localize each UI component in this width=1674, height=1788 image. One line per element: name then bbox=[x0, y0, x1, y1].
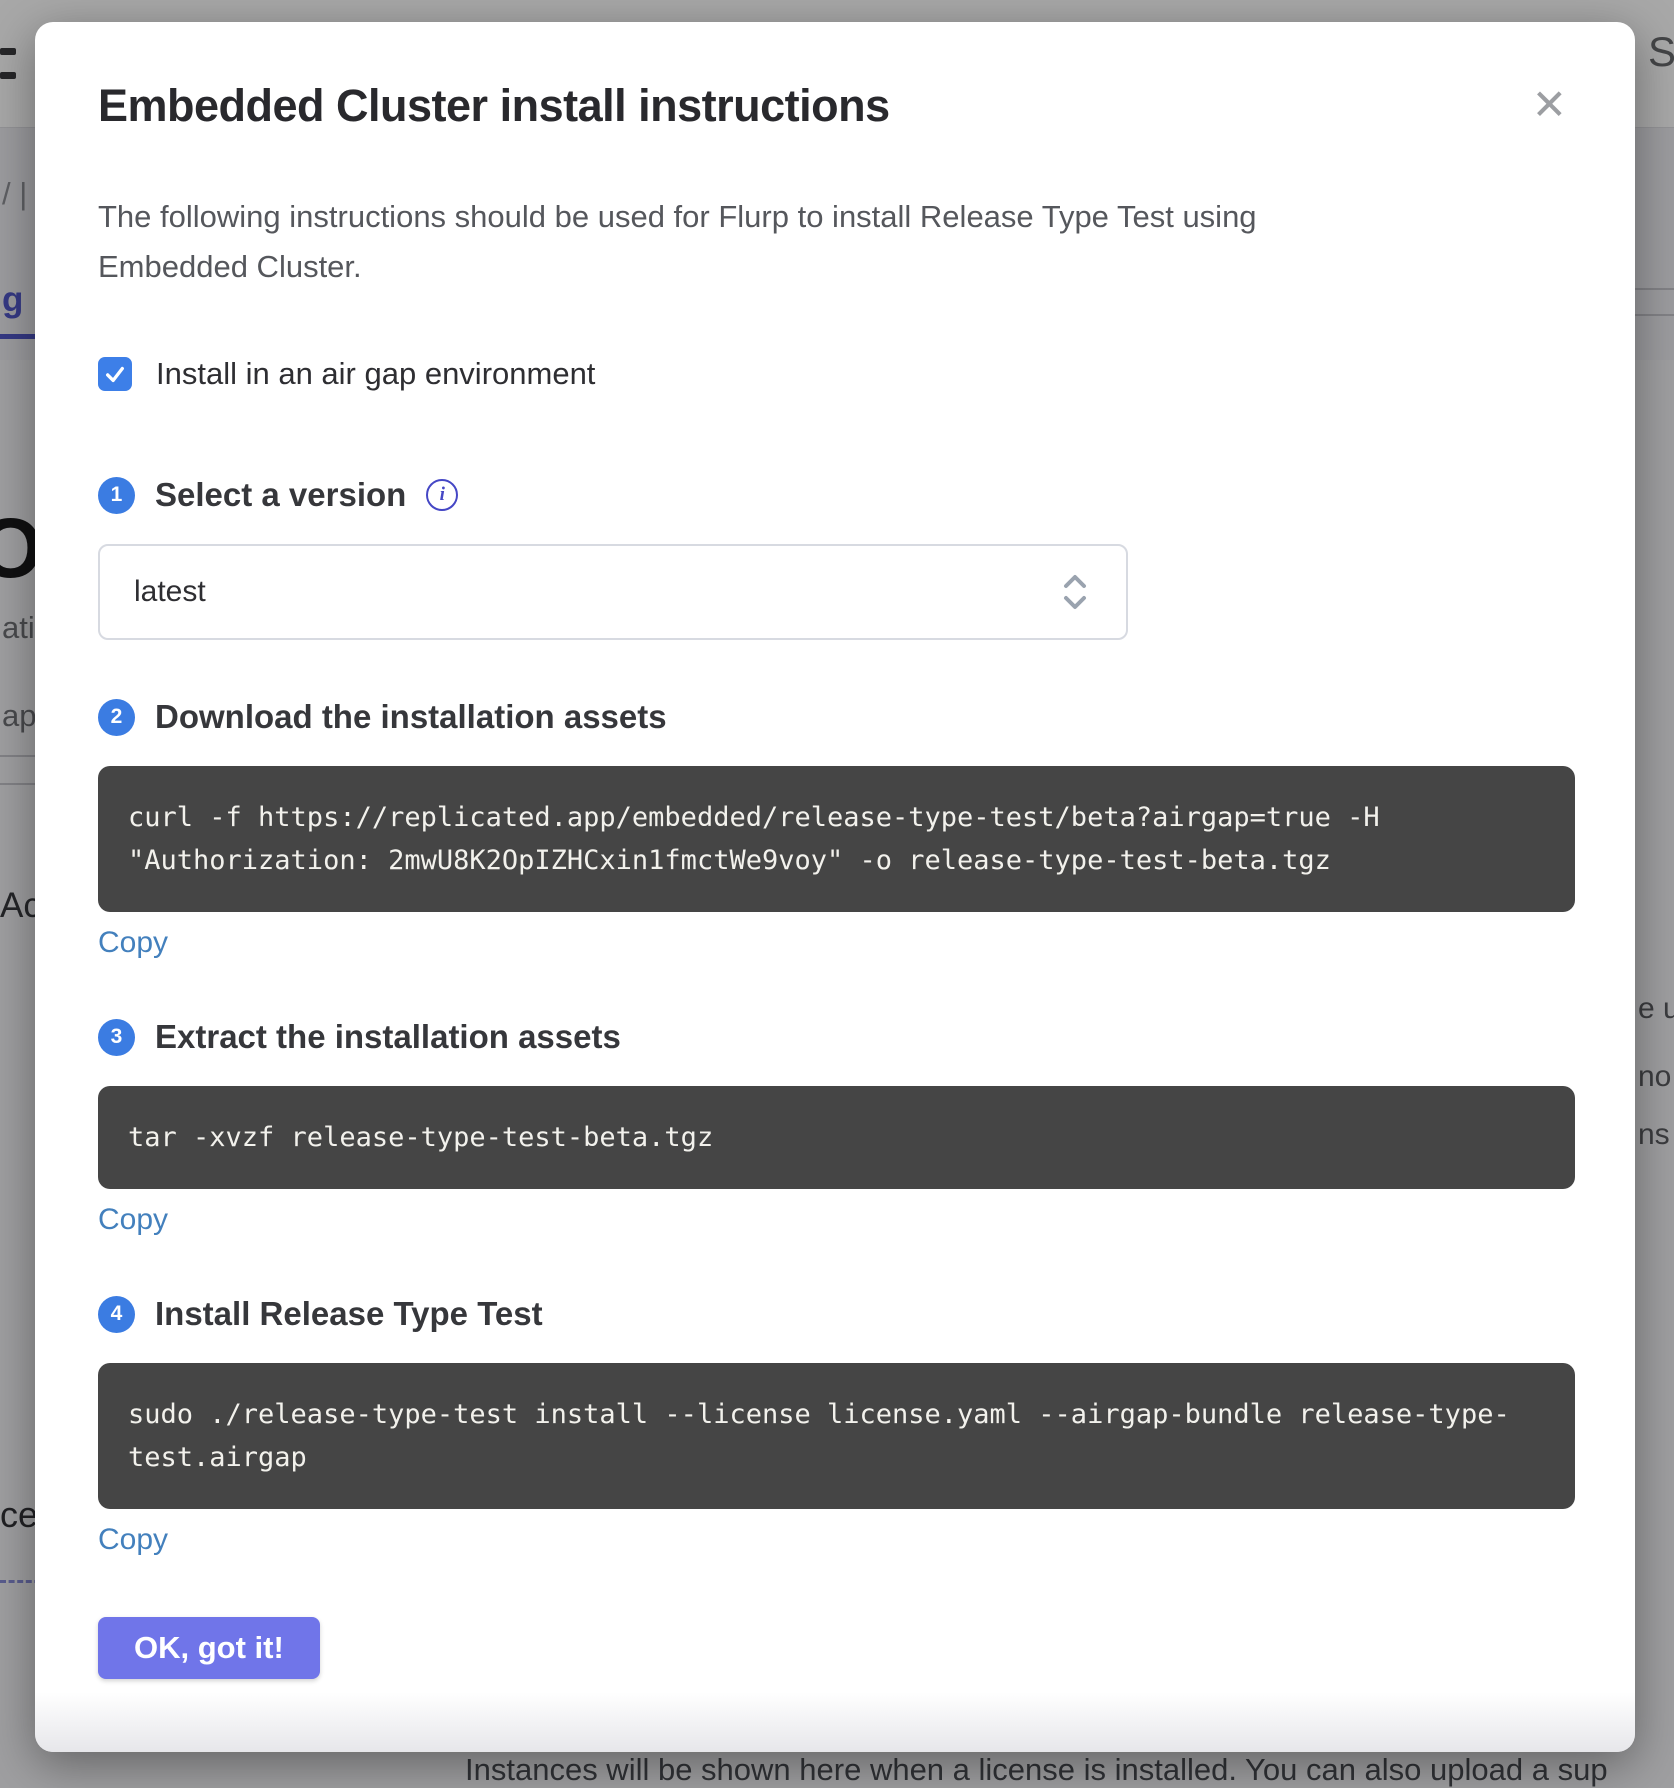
airgap-checkbox-label: Install in an air gap environment bbox=[156, 356, 595, 392]
info-icon[interactable]: i bbox=[426, 479, 458, 511]
install-command-code: sudo ./release-type-test install --licen… bbox=[98, 1363, 1575, 1509]
version-select[interactable]: latest bbox=[98, 544, 1128, 640]
step-4-number-badge: 4 bbox=[98, 1296, 135, 1333]
step-1-number-badge: 1 bbox=[98, 477, 135, 514]
close-icon[interactable]: ✕ bbox=[1524, 80, 1575, 130]
step-2-number-badge: 2 bbox=[98, 699, 135, 736]
version-select-value: latest bbox=[134, 575, 206, 609]
copy-extract-command-link[interactable]: Copy bbox=[98, 1203, 168, 1237]
step-3-header: 3 Extract the installation assets bbox=[98, 1018, 1575, 1056]
airgap-checkbox[interactable] bbox=[98, 357, 132, 391]
modal-header: Embedded Cluster install instructions ✕ bbox=[98, 80, 1575, 132]
step-1-header: 1 Select a version i bbox=[98, 476, 1575, 514]
copy-download-command-link[interactable]: Copy bbox=[98, 926, 168, 960]
step-3-title: Extract the installation assets bbox=[155, 1018, 621, 1056]
install-instructions-modal: Embedded Cluster install instructions ✕ … bbox=[35, 22, 1635, 1752]
step-1-title: Select a version bbox=[155, 476, 406, 514]
ok-got-it-button[interactable]: OK, got it! bbox=[98, 1617, 320, 1679]
modal-description: The following instructions should be use… bbox=[98, 192, 1388, 292]
airgap-checkbox-row[interactable]: Install in an air gap environment bbox=[98, 356, 1575, 392]
step-3-number-badge: 3 bbox=[98, 1019, 135, 1056]
download-command-code: curl -f https://replicated.app/embedded/… bbox=[98, 766, 1575, 912]
checkmark-icon bbox=[104, 363, 126, 385]
select-chevrons-icon bbox=[1058, 569, 1092, 615]
step-4-header: 4 Install Release Type Test bbox=[98, 1295, 1575, 1333]
copy-install-command-link[interactable]: Copy bbox=[98, 1523, 168, 1557]
modal-title: Embedded Cluster install instructions bbox=[98, 80, 890, 132]
extract-command-code: tar -xvzf release-type-test-beta.tgz bbox=[98, 1086, 1575, 1189]
step-2-header: 2 Download the installation assets bbox=[98, 698, 1575, 736]
step-4-title: Install Release Type Test bbox=[155, 1295, 543, 1333]
modal-bottom-fade bbox=[35, 1692, 1635, 1752]
step-2-title: Download the installation assets bbox=[155, 698, 667, 736]
